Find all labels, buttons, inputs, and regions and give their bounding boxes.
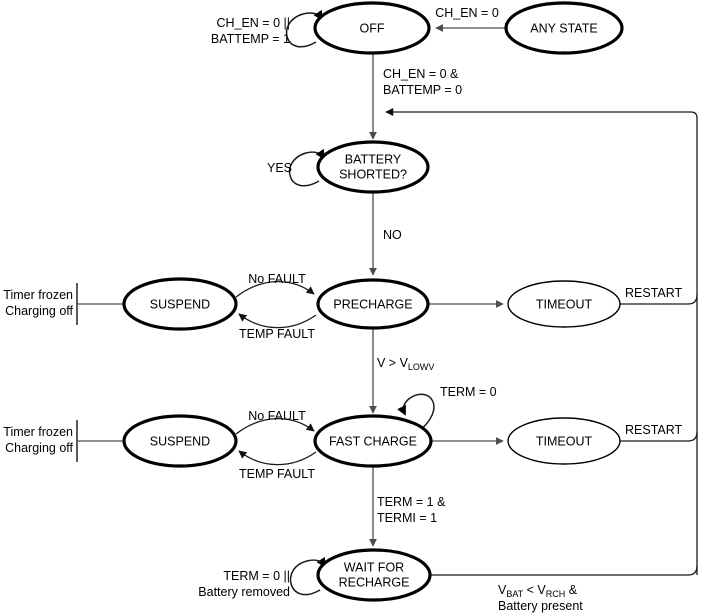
- node-precharge[interactable]: PRECHARGE: [316, 278, 430, 330]
- edge-label-off-self-line2: BATTEMP = 1: [211, 32, 290, 46]
- annotation-precharge-suspend-line2: Charging off: [5, 304, 73, 318]
- node-suspend-fast-charge[interactable]: SUSPEND: [122, 414, 238, 468]
- node-wait-for-recharge-label-line2: RECHARGE: [339, 575, 410, 589]
- node-suspend-fast-charge-label: SUSPEND: [150, 434, 210, 448]
- edge-label-off-to-shorted-line1: CH_EN = 0 &: [383, 67, 459, 81]
- edge-label-vbat-sub: BAT: [506, 589, 523, 599]
- node-suspend-precharge[interactable]: SUSPEND: [122, 277, 238, 331]
- edge-label-precharge-no-fault: No FAULT: [248, 272, 306, 286]
- node-battery-shorted-label-line1: BATTERY: [345, 152, 402, 166]
- node-timeout-fast-charge[interactable]: TIMEOUT: [507, 417, 621, 465]
- edge-label-v-lowv-sub: LOWV: [408, 362, 435, 372]
- battery-charger-state-diagram: ANY STATE OFF BATTERY SHORTED? SUSPEND P…: [0, 0, 702, 613]
- edge-label-fast-charge-self-term: TERM = 0: [440, 385, 497, 399]
- edge-label-precharge-temp-fault: TEMP FAULT: [239, 327, 315, 341]
- edge-label-wait-self-line2: Battery removed: [198, 585, 290, 599]
- node-battery-shorted-label-line2: SHORTED?: [339, 167, 407, 181]
- edge-label-any-state-to-off: CH_EN = 0: [435, 6, 499, 20]
- edge-label-ampersand: &: [565, 583, 577, 597]
- edge-label-battery-shorted-yes: YES: [267, 161, 292, 175]
- edge-label-timeout-fast-restart: RESTART: [625, 423, 683, 437]
- node-off[interactable]: OFF: [313, 1, 431, 55]
- edge-label-vrch-sub: RCH: [546, 589, 566, 599]
- node-timeout-precharge[interactable]: TIMEOUT: [507, 280, 621, 328]
- annotation-fast-suspend-line2: Charging off: [5, 441, 73, 455]
- node-suspend-precharge-label: SUSPEND: [150, 297, 210, 311]
- node-any-state[interactable]: ANY STATE: [504, 1, 624, 55]
- edge-label-off-to-shorted-line2: BATTEMP = 0: [383, 83, 462, 97]
- node-fast-charge-label: FAST CHARGE: [329, 434, 417, 448]
- node-timeout-precharge-label: TIMEOUT: [536, 297, 593, 311]
- edge-label-wait-self-line1: TERM = 0 ||: [223, 569, 290, 583]
- edge-label-less-than-v: < V: [523, 583, 546, 597]
- node-any-state-label: ANY STATE: [530, 21, 597, 35]
- edge-label-battery-shorted-no: NO: [383, 228, 402, 242]
- node-timeout-fast-charge-label: TIMEOUT: [536, 434, 593, 448]
- edge-label-fast-to-wait-line2: TERMI = 1: [377, 511, 437, 525]
- annotation-precharge-suspend-line1: Timer frozen: [3, 288, 73, 302]
- edge-label-v-gt-v: V > V: [377, 356, 409, 370]
- node-off-label: OFF: [360, 21, 385, 35]
- annotation-fast-suspend-line1: Timer frozen: [3, 425, 73, 439]
- edge-label-fast-no-fault: No FAULT: [248, 409, 306, 423]
- node-wait-for-recharge-label-line1: WAIT FOR: [344, 560, 404, 574]
- node-fast-charge[interactable]: FAST CHARGE: [313, 414, 433, 468]
- node-battery-shorted[interactable]: BATTERY SHORTED?: [316, 140, 430, 194]
- state-diagram-canvas: ANY STATE OFF BATTERY SHORTED? SUSPEND P…: [0, 0, 702, 613]
- edge-label-fast-temp-fault: TEMP FAULT: [239, 467, 315, 481]
- edge-label-timeout-precharge-restart: RESTART: [625, 286, 683, 300]
- node-precharge-label: PRECHARGE: [333, 297, 412, 311]
- edge-label-wait-to-shorted-line2: Battery present: [498, 599, 583, 613]
- edge-label-off-self-line1: CH_EN = 0 ||: [216, 16, 290, 30]
- node-wait-for-recharge[interactable]: WAIT FOR RECHARGE: [316, 548, 432, 602]
- edge-label-fast-to-wait-line1: TERM = 1 &: [377, 495, 446, 509]
